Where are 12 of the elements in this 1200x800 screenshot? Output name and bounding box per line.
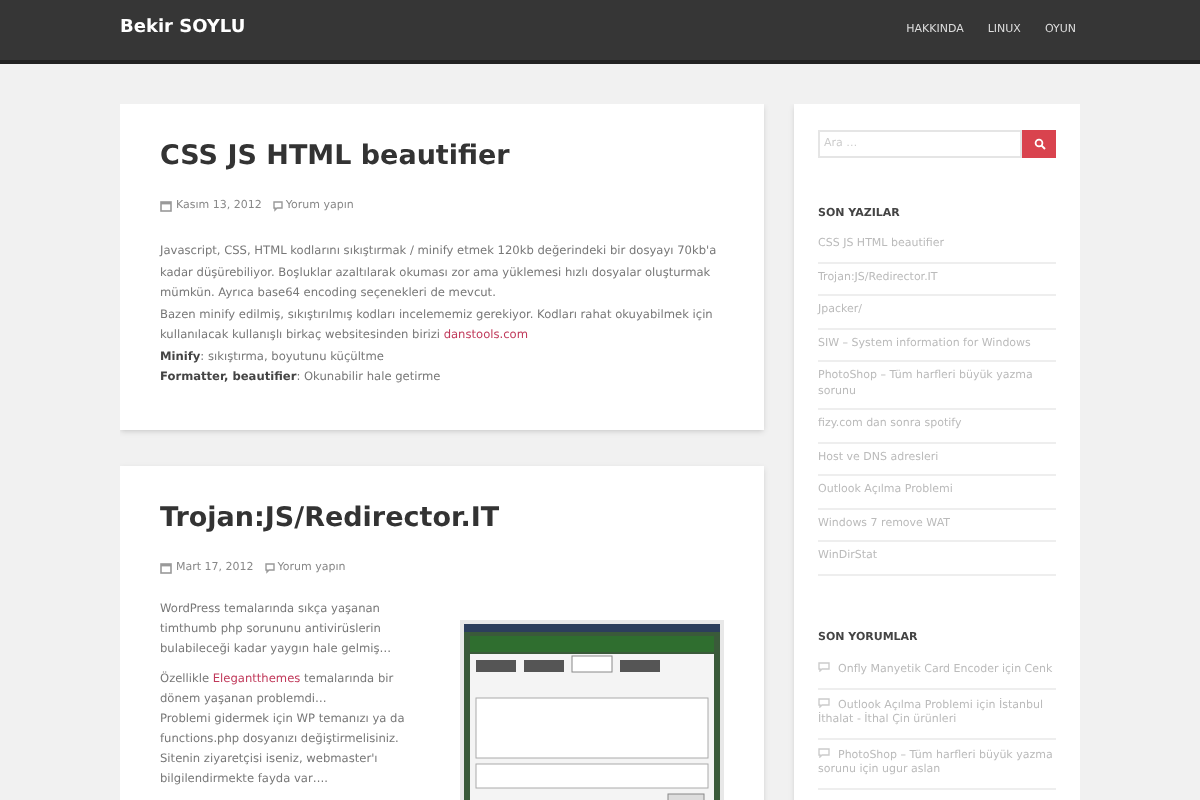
comment-icon <box>818 747 830 757</box>
site-title[interactable]: Bekir SOYLU <box>120 16 246 44</box>
search-icon <box>1033 138 1045 150</box>
comment-icon <box>271 200 284 212</box>
comment-icon <box>263 561 276 574</box>
comment-icon <box>818 662 830 672</box>
calendar-icon <box>160 200 172 212</box>
calendar-icon <box>160 561 172 574</box>
search-button[interactable] <box>1022 130 1056 158</box>
post-title[interactable]: CSS JS HTML beautifier <box>160 140 724 174</box>
post-title[interactable]: Trojan:JS/Redirector.IT <box>160 501 724 535</box>
comment-icon <box>818 697 830 707</box>
